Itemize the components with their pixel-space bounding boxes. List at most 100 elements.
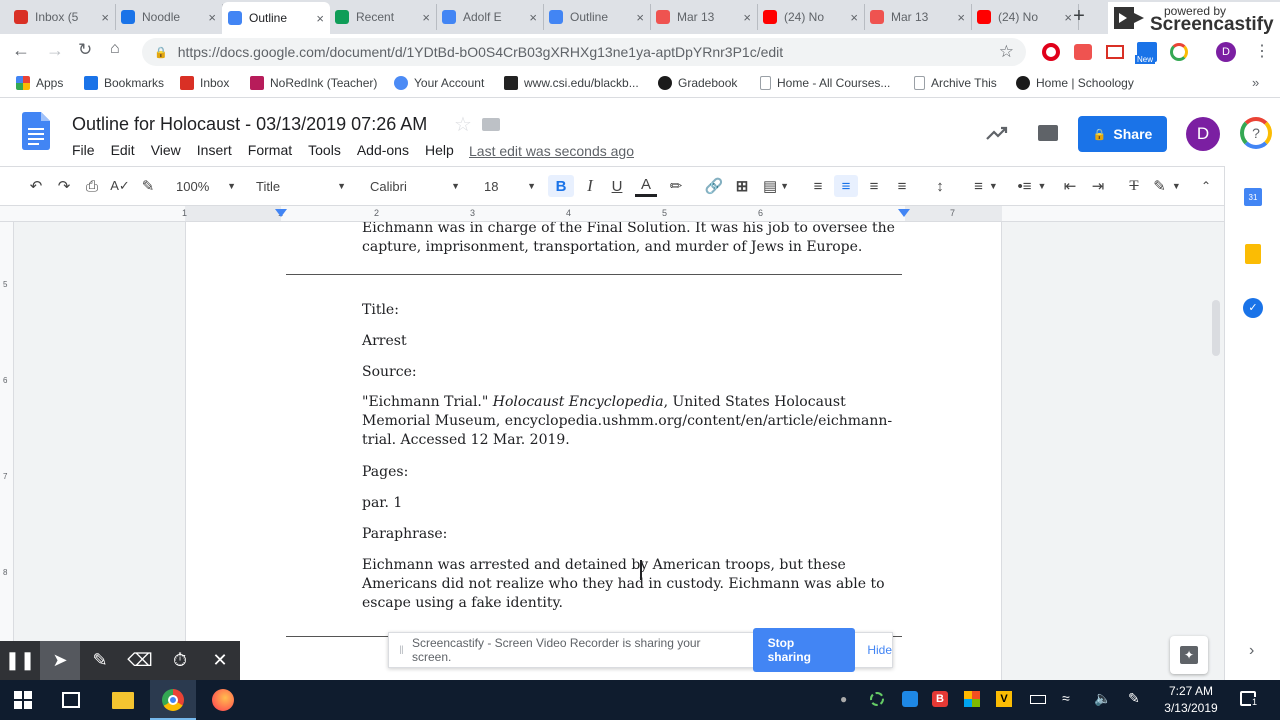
- tray-bluetooth-icon[interactable]: [902, 691, 918, 707]
- last-edit-link[interactable]: Last edit was seconds ago: [469, 143, 634, 159]
- close-icon[interactable]: ✕: [200, 641, 240, 680]
- windows-start-icon[interactable]: [14, 691, 32, 709]
- extension-help-icon[interactable]: [1170, 43, 1188, 61]
- menu-view[interactable]: View: [143, 142, 189, 158]
- zoom-select[interactable]: 100% ▼: [176, 175, 236, 197]
- tray-b-icon[interactable]: B: [932, 691, 948, 707]
- timer-icon[interactable]: ⏱: [160, 641, 200, 680]
- tasks-icon[interactable]: ✓: [1243, 298, 1263, 318]
- bookmark-item[interactable]: Apps: [16, 76, 63, 90]
- left-indent-marker[interactable]: [275, 209, 287, 217]
- document-page[interactable]: Eichmann was in charge of the Final Solu…: [185, 222, 1002, 680]
- insert-image-icon[interactable]: ▤ ▼: [760, 175, 792, 197]
- pen-tool-icon[interactable]: ✎: [80, 641, 120, 680]
- redo-icon[interactable]: ↷: [54, 175, 74, 197]
- menu-addons[interactable]: Add-ons: [349, 142, 417, 158]
- menu-tools[interactable]: Tools: [300, 142, 349, 158]
- expand-panel-icon[interactable]: ›: [1249, 642, 1254, 660]
- menu-help[interactable]: Help: [417, 142, 462, 158]
- bookmark-item[interactable]: NoRedInk (Teacher): [250, 76, 377, 90]
- reload-icon[interactable]: ↻: [78, 40, 92, 60]
- volume-icon[interactable]: 🔈: [1094, 690, 1111, 707]
- bookmark-item[interactable]: Home | Schoology: [1016, 76, 1134, 90]
- close-tab-icon[interactable]: ×: [422, 10, 430, 25]
- chrome-taskbar-icon[interactable]: [150, 680, 196, 720]
- browser-tab[interactable]: (24) No ×: [757, 4, 865, 30]
- underline-icon[interactable]: U: [607, 175, 627, 197]
- eraser-tool-icon[interactable]: ⌫: [120, 641, 160, 680]
- vertical-scrollbar-thumb[interactable]: [1212, 300, 1220, 356]
- pages-label[interactable]: Pages:: [362, 463, 902, 482]
- omnibox[interactable]: 🔒 https://docs.google.com/document/d/1YD…: [142, 38, 1026, 66]
- style-select[interactable]: Title ▼: [256, 175, 346, 197]
- clock[interactable]: 7:27 AM 3/13/2019: [1160, 683, 1222, 717]
- browser-tab[interactable]: Adolf E ×: [436, 4, 544, 30]
- bookmark-item[interactable]: Your Account: [394, 76, 484, 90]
- browser-tab[interactable]: Mar 13 ×: [864, 4, 972, 30]
- paraphrase-label[interactable]: Paraphrase:: [362, 525, 902, 544]
- tray-app-icon[interactable]: [870, 692, 884, 706]
- bookmark-item[interactable]: Home - All Courses...: [760, 76, 890, 90]
- browser-tab[interactable]: Noodle ×: [115, 4, 223, 30]
- microphone-tray-icon[interactable]: ●: [840, 692, 847, 706]
- explore-button[interactable]: ✦: [1170, 636, 1208, 674]
- menu-format[interactable]: Format: [240, 142, 300, 158]
- menu-edit[interactable]: Edit: [103, 142, 143, 158]
- bookmark-item[interactable]: Archive This: [914, 76, 997, 90]
- justify-icon[interactable]: ≡: [892, 175, 912, 197]
- extension-gmail-icon[interactable]: [1106, 45, 1124, 59]
- close-tab-icon[interactable]: ×: [208, 10, 216, 25]
- file-explorer-icon[interactable]: [112, 692, 134, 709]
- docs-logo-icon[interactable]: [22, 112, 50, 150]
- line-spacing-icon[interactable]: ↕: [929, 175, 951, 197]
- paragraph-context[interactable]: Eichmann was in charge of the Final Solu…: [362, 222, 902, 257]
- undo-icon[interactable]: ↶: [26, 175, 46, 197]
- pause-icon[interactable]: ❚❚: [0, 641, 40, 680]
- firefox-taskbar-icon[interactable]: [212, 689, 234, 711]
- title-value[interactable]: Arrest: [362, 332, 902, 351]
- right-indent-marker[interactable]: [898, 209, 910, 217]
- new-tab-button[interactable]: +: [1068, 5, 1090, 27]
- home-icon[interactable]: ⌂: [110, 40, 120, 58]
- close-tab-icon[interactable]: ×: [101, 10, 109, 25]
- tray-security-icon[interactable]: [964, 691, 980, 707]
- close-tab-icon[interactable]: ×: [316, 11, 324, 26]
- font-select[interactable]: Calibri ▼: [370, 175, 460, 197]
- stop-sharing-button[interactable]: Stop sharing: [752, 628, 856, 672]
- close-tab-icon[interactable]: ×: [957, 10, 965, 25]
- help-circle-icon[interactable]: ?: [1240, 117, 1272, 149]
- source-citation[interactable]: "Eichmann Trial." Holocaust Encyclopedia…: [362, 393, 902, 450]
- calendar-icon[interactable]: 31: [1244, 188, 1262, 206]
- hide-button[interactable]: Hide: [867, 643, 892, 657]
- editing-mode-icon[interactable]: ✎ ▼: [1150, 175, 1184, 197]
- url-text[interactable]: https://docs.google.com/document/d/1YDtB…: [178, 44, 783, 60]
- bookmark-item[interactable]: Inbox: [180, 76, 229, 90]
- align-center-icon[interactable]: ≡: [834, 175, 858, 197]
- action-center-icon[interactable]: 1: [1240, 691, 1259, 707]
- bold-icon[interactable]: B: [548, 175, 574, 197]
- browser-tab[interactable]: Mar 13 ×: [650, 4, 758, 30]
- extension-opera-icon[interactable]: [1042, 43, 1060, 61]
- bulleted-list-icon[interactable]: •≡ ▼: [1014, 175, 1050, 197]
- bookmark-item[interactable]: Bookmarks: [84, 76, 164, 90]
- keep-icon[interactable]: [1245, 244, 1261, 264]
- clear-formatting-icon[interactable]: T: [1124, 175, 1144, 197]
- close-tab-icon[interactable]: ×: [636, 10, 644, 25]
- close-tab-icon[interactable]: ×: [743, 10, 751, 25]
- highlight-icon[interactable]: ✏: [666, 175, 686, 197]
- chrome-menu-icon[interactable]: ⋮: [1254, 41, 1270, 61]
- paraphrase-value[interactable]: Eichmann was arrested and detained by Am…: [362, 556, 902, 613]
- insert-comment-icon[interactable]: ⊞: [732, 175, 752, 197]
- collapse-toolbar-icon[interactable]: ⌃: [1196, 175, 1216, 197]
- wifi-icon[interactable]: ≈: [1062, 690, 1070, 706]
- extension-screencastify-icon[interactable]: [1074, 44, 1092, 60]
- account-avatar[interactable]: D: [1186, 117, 1220, 151]
- task-view-icon[interactable]: [62, 692, 80, 708]
- menu-insert[interactable]: Insert: [189, 142, 240, 158]
- align-left-icon[interactable]: ≡: [808, 175, 828, 197]
- activity-trend-icon[interactable]: [986, 125, 1008, 141]
- move-to-folder-icon[interactable]: [482, 118, 500, 131]
- decrease-indent-icon[interactable]: ⇤: [1060, 175, 1080, 197]
- comments-icon[interactable]: [1038, 125, 1058, 141]
- font-size-select[interactable]: 18 ▼: [484, 175, 536, 197]
